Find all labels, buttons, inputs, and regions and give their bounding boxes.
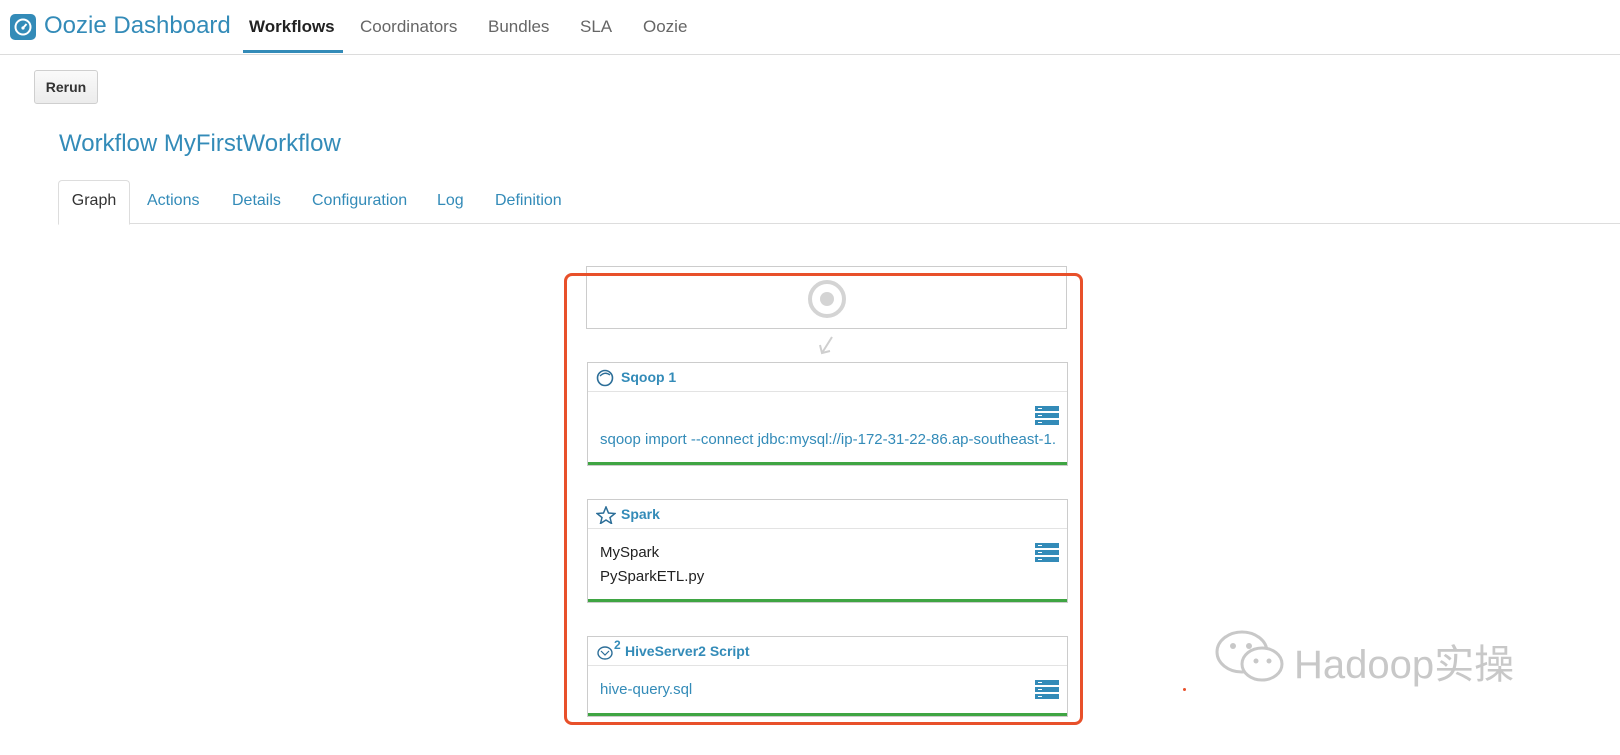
nav-workflows[interactable]: Workflows xyxy=(249,17,335,37)
nav-oozie[interactable]: Oozie xyxy=(643,17,687,37)
nav-sla[interactable]: SLA xyxy=(580,17,612,37)
tab-details[interactable]: Details xyxy=(232,192,281,210)
nav-bundles[interactable]: Bundles xyxy=(488,17,549,37)
annotation-dot xyxy=(1183,688,1186,691)
watermark-text: Hadoop实操 xyxy=(1294,643,1515,687)
watermark: Hadoop实操 xyxy=(1214,626,1524,687)
tab-log[interactable]: Log xyxy=(437,192,464,210)
active-nav-indicator xyxy=(243,50,343,53)
tab-definition[interactable]: Definition xyxy=(495,192,562,210)
tab-graph[interactable]: Graph xyxy=(58,180,130,225)
nav-coordinators[interactable]: Coordinators xyxy=(360,17,457,37)
dashboard-gauge-icon[interactable] xyxy=(10,14,36,40)
tab-actions[interactable]: Actions xyxy=(147,192,199,210)
page-title: Workflow MyFirstWorkflow xyxy=(59,130,341,157)
tabs-divider xyxy=(59,223,1620,224)
rerun-button[interactable]: Rerun xyxy=(34,70,98,104)
tab-configuration[interactable]: Configuration xyxy=(312,192,407,210)
wechat-icon xyxy=(1215,630,1284,682)
brand-title[interactable]: Oozie Dashboard xyxy=(44,12,231,40)
annotation-highlight-box xyxy=(564,273,1083,725)
top-navbar: Oozie Dashboard Workflows Coordinators B… xyxy=(0,0,1620,55)
tab-graph-label: Graph xyxy=(71,192,117,209)
